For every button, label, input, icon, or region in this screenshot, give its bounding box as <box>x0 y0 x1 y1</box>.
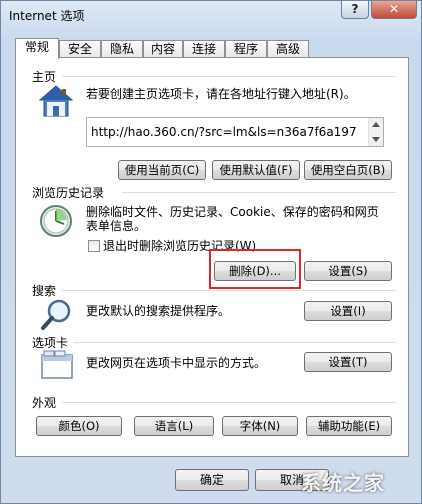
watermark-logo: 系统之家 <box>301 471 385 495</box>
tab-general[interactable]: 常规 <box>15 38 59 59</box>
history-section-title: 浏览历史记录 <box>32 186 105 200</box>
homepage-description: 若要创建主页选项卡，请在各地址行键入地址(R)。 <box>86 87 356 101</box>
history-description-line1: 删除临时文件、历史记录、Cookie、保存的密码和网页 <box>86 205 379 219</box>
ok-button[interactable]: 确定 <box>175 469 249 491</box>
search-settings-button[interactable]: 设置(I) <box>304 301 392 321</box>
languages-button[interactable]: 语言(L) <box>134 416 214 436</box>
house-icon <box>38 84 74 118</box>
history-settings-button[interactable]: 设置(S) <box>304 261 392 281</box>
search-description: 更改默认的搜索提供程序。 <box>86 304 231 318</box>
search-section-title: 搜索 <box>32 284 57 298</box>
divider <box>74 342 396 343</box>
tab-content[interactable]: 内容 <box>143 40 183 58</box>
clock-icon <box>38 204 74 238</box>
divider <box>122 192 396 193</box>
scroll-down-icon[interactable] <box>372 137 380 142</box>
homepage-url-input[interactable]: http://hao.360.cn/?src=lm&ls=n36a7f6a197 <box>86 117 384 147</box>
tab-programs[interactable]: 程序 <box>225 40 267 58</box>
use-default-button[interactable]: 使用默认值(F) <box>212 160 300 180</box>
url-scrollbar[interactable] <box>368 118 383 146</box>
tabs-settings-button[interactable]: 设置(T) <box>304 352 392 372</box>
tab-security[interactable]: 安全 <box>59 40 101 58</box>
divider <box>62 402 396 403</box>
delete-on-exit-checkbox[interactable] <box>88 240 100 252</box>
scroll-up-icon[interactable] <box>372 122 380 127</box>
tab-advanced[interactable]: 高级 <box>267 40 309 58</box>
homepage-section-title: 主页 <box>32 70 57 84</box>
general-tab-panel: 主页 若要创建主页选项卡，请在各地址行键入地址(R)。 http://hao.3… <box>15 57 409 457</box>
tab-privacy[interactable]: 隐私 <box>101 40 143 58</box>
use-blank-button[interactable]: 使用空白页(B) <box>304 160 392 180</box>
magnifier-icon <box>40 298 74 332</box>
internet-options-window: Internet 选项 ? ✕ 常规 安全 隐私 内容 连接 程序 高级 主页 … <box>0 0 422 504</box>
homepage-url-text: http://hao.360.cn/?src=lm&ls=n36a7f6a197 <box>91 125 357 139</box>
divider <box>62 76 396 77</box>
tab-connections[interactable]: 连接 <box>183 40 225 58</box>
tabs-section-title: 选项卡 <box>32 336 69 350</box>
appearance-section-title: 外观 <box>32 396 57 410</box>
fonts-button[interactable]: 字体(N) <box>222 416 298 436</box>
colors-button[interactable]: 颜色(O) <box>36 416 122 436</box>
use-current-page-button[interactable]: 使用当前页(C) <box>118 160 206 180</box>
tabs-description: 更改网页在选项卡中显示的方式。 <box>86 356 267 370</box>
accessibility-button[interactable]: 辅助功能(E) <box>306 416 392 436</box>
help-button[interactable]: ? <box>341 1 369 19</box>
window-title: Internet 选项 <box>9 9 85 23</box>
tabs-window-icon <box>40 350 74 380</box>
title-bar[interactable]: Internet 选项 ? ✕ <box>1 1 421 29</box>
divider <box>62 290 396 291</box>
highlight-box <box>209 249 301 289</box>
close-button[interactable]: ✕ <box>371 1 417 19</box>
history-description-line2: 表单信息。 <box>86 219 147 233</box>
